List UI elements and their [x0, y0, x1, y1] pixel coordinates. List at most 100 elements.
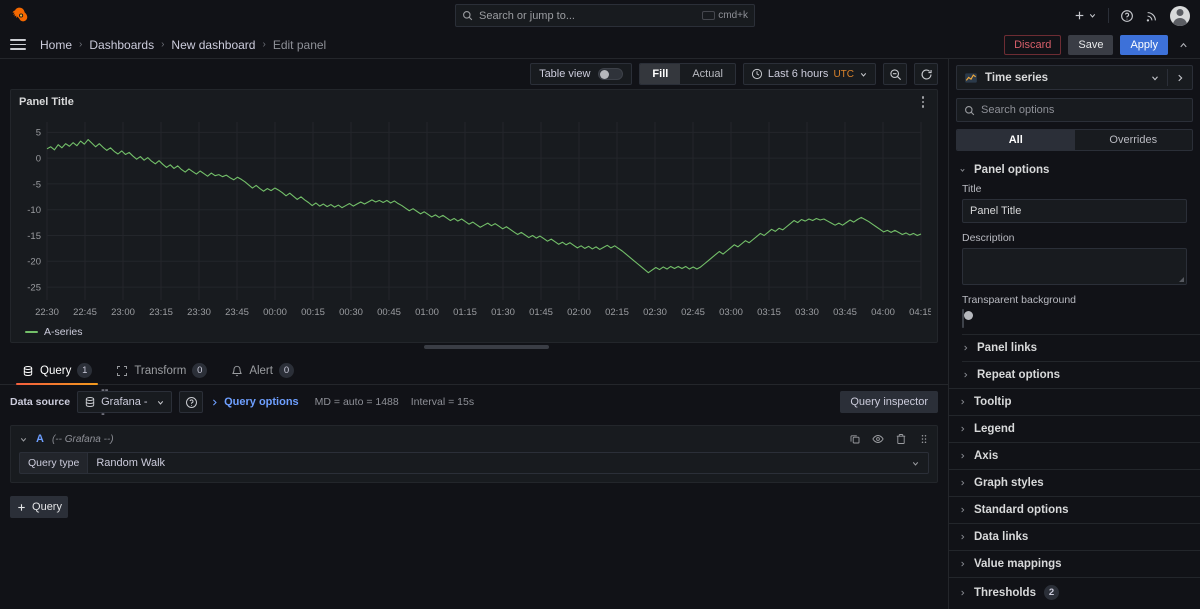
- zoom-out-icon: [889, 68, 902, 81]
- discard-button[interactable]: Discard: [1004, 35, 1061, 55]
- fill-option[interactable]: Fill: [640, 64, 680, 84]
- create-new-button[interactable]: [1073, 9, 1097, 22]
- table-view-switch[interactable]: [598, 68, 623, 80]
- svg-text:-15: -15: [27, 231, 41, 242]
- help-button[interactable]: [1120, 9, 1134, 23]
- search-icon: [964, 105, 975, 116]
- search-input[interactable]: Search or jump to... cmd+k: [455, 4, 755, 27]
- section-repeat-options[interactable]: Repeat options: [962, 361, 1200, 388]
- section-graph-styles[interactable]: Graph styles: [949, 469, 1200, 496]
- breadcrumb-item-home[interactable]: Home: [40, 38, 72, 52]
- time-range-picker[interactable]: Last 6 hours UTC: [743, 63, 876, 85]
- collapse-toolbar-button[interactable]: [1175, 40, 1192, 51]
- tab-query-count: 1: [77, 363, 92, 378]
- section-thresholds[interactable]: Thresholds2: [949, 577, 1200, 607]
- news-button[interactable]: [1145, 9, 1159, 23]
- section-legend[interactable]: Legend: [949, 415, 1200, 442]
- query-options-meta: MD = auto = 1488 Interval = 15s: [315, 396, 474, 408]
- fill-actual-segmented-control[interactable]: Fill Actual: [639, 63, 735, 85]
- svg-text:03:45: 03:45: [833, 307, 857, 318]
- add-query-button[interactable]: Query: [10, 496, 68, 518]
- query-options-toggle[interactable]: Query options: [210, 396, 299, 408]
- visualization-picker[interactable]: Time series: [956, 65, 1193, 90]
- data-source-label: Data source: [10, 396, 70, 408]
- tab-transform-label: Transform: [134, 365, 186, 377]
- chevron-down-icon[interactable]: [19, 435, 28, 444]
- tab-alert-count: 0: [279, 363, 294, 378]
- section-count: 2: [1044, 585, 1059, 600]
- eye-icon[interactable]: [872, 433, 884, 445]
- chevron-down-icon: [911, 459, 920, 468]
- query-inspector-button[interactable]: Query inspector: [840, 391, 938, 413]
- panel-resize-handle[interactable]: [424, 345, 549, 349]
- panel-menu-icon[interactable]: [915, 94, 931, 110]
- global-search[interactable]: Search or jump to... cmd+k: [455, 4, 755, 27]
- table-view-toggle[interactable]: Table view: [530, 63, 632, 85]
- all-overrides-tabs: All Overrides: [956, 129, 1193, 151]
- search-shortcut-hint: cmd+k: [702, 10, 748, 21]
- user-avatar[interactable]: [1170, 6, 1190, 26]
- section-axis[interactable]: Axis: [949, 442, 1200, 469]
- hamburger-menu-icon[interactable]: [10, 39, 26, 50]
- refresh-icon: [920, 68, 933, 81]
- apply-button[interactable]: Apply: [1120, 35, 1168, 55]
- trash-icon[interactable]: [895, 433, 907, 445]
- svg-text:-25: -25: [27, 283, 41, 294]
- breadcrumb-item-dashboards[interactable]: Dashboards: [89, 38, 154, 52]
- tab-alert[interactable]: Alert 0: [219, 357, 306, 384]
- breadcrumb-item-new-dashboard[interactable]: New dashboard: [171, 38, 255, 52]
- transparent-background-switch[interactable]: [962, 309, 964, 328]
- chart-legend[interactable]: A-series: [11, 322, 937, 342]
- panel-and-query-column: Table view Fill Actual Last 6 hours UTC: [0, 59, 948, 609]
- title-input[interactable]: Panel Title: [962, 199, 1187, 223]
- visualization-panel: Panel Title 50-5-10-15-20-25 22:3022:452…: [10, 89, 938, 343]
- query-refid[interactable]: A: [36, 433, 44, 445]
- refresh-button[interactable]: [914, 63, 938, 85]
- section-tooltip[interactable]: Tooltip: [949, 388, 1200, 415]
- section-value-mappings[interactable]: Value mappings: [949, 550, 1200, 577]
- section-panel-options[interactable]: Panel options: [949, 157, 1200, 183]
- options-search-input[interactable]: Search options: [956, 98, 1193, 122]
- grafana-logo-icon[interactable]: [10, 6, 29, 25]
- toolbar-divider: [1108, 8, 1109, 23]
- data-source-help-button[interactable]: [179, 391, 203, 413]
- data-source-value: -- Grafana --: [101, 385, 151, 420]
- section-panel-links[interactable]: Panel links: [962, 334, 1200, 361]
- database-icon: [22, 365, 34, 377]
- options-sections-list: Panel options Title Panel Title Descript…: [949, 151, 1200, 609]
- zoom-out-button[interactable]: [883, 63, 907, 85]
- tab-query-label: Query: [40, 365, 71, 377]
- database-icon: [84, 396, 96, 408]
- chart-plot-area[interactable]: 50-5-10-15-20-25 22:3022:4523:0023:1523:…: [11, 114, 937, 322]
- svg-text:04:15: 04:15: [909, 307, 931, 318]
- svg-text:03:15: 03:15: [757, 307, 781, 318]
- section-standard-options[interactable]: Standard options: [949, 496, 1200, 523]
- svg-text:-10: -10: [27, 205, 41, 216]
- section-data-links[interactable]: Data links: [949, 523, 1200, 550]
- legend-series-label[interactable]: A-series: [44, 326, 83, 338]
- tab-overrides[interactable]: Overrides: [1075, 130, 1193, 150]
- section-panel-options-label: Panel options: [974, 164, 1049, 176]
- keyboard-icon: [702, 11, 715, 20]
- tab-all[interactable]: All: [957, 130, 1075, 150]
- tab-query[interactable]: Query 1: [10, 357, 104, 384]
- description-textarea[interactable]: [962, 248, 1187, 285]
- section-label: Data links: [974, 531, 1028, 543]
- section-repeat-options-label: Repeat options: [977, 369, 1060, 381]
- chevron-down-icon[interactable]: [1150, 73, 1160, 83]
- time-series-chart: 50-5-10-15-20-25: [11, 114, 931, 304]
- options-search-wrap: Search options: [949, 90, 1200, 122]
- tab-transform-count: 0: [192, 363, 207, 378]
- query-datasource-label: (-- Grafana --): [52, 434, 114, 445]
- chevron-right-icon[interactable]: [1175, 73, 1185, 83]
- data-source-picker[interactable]: -- Grafana --: [77, 391, 172, 413]
- actual-option[interactable]: Actual: [680, 64, 735, 84]
- query-type-value: Random Walk: [96, 457, 911, 469]
- save-button[interactable]: Save: [1068, 35, 1113, 55]
- search-shortcut-label: cmd+k: [718, 10, 748, 21]
- drag-handle-icon[interactable]: [918, 433, 930, 445]
- tab-transform[interactable]: Transform 0: [104, 357, 219, 384]
- duplicate-icon[interactable]: [849, 433, 861, 445]
- svg-text:-20: -20: [27, 257, 41, 268]
- query-type-select[interactable]: Random Walk: [87, 452, 929, 474]
